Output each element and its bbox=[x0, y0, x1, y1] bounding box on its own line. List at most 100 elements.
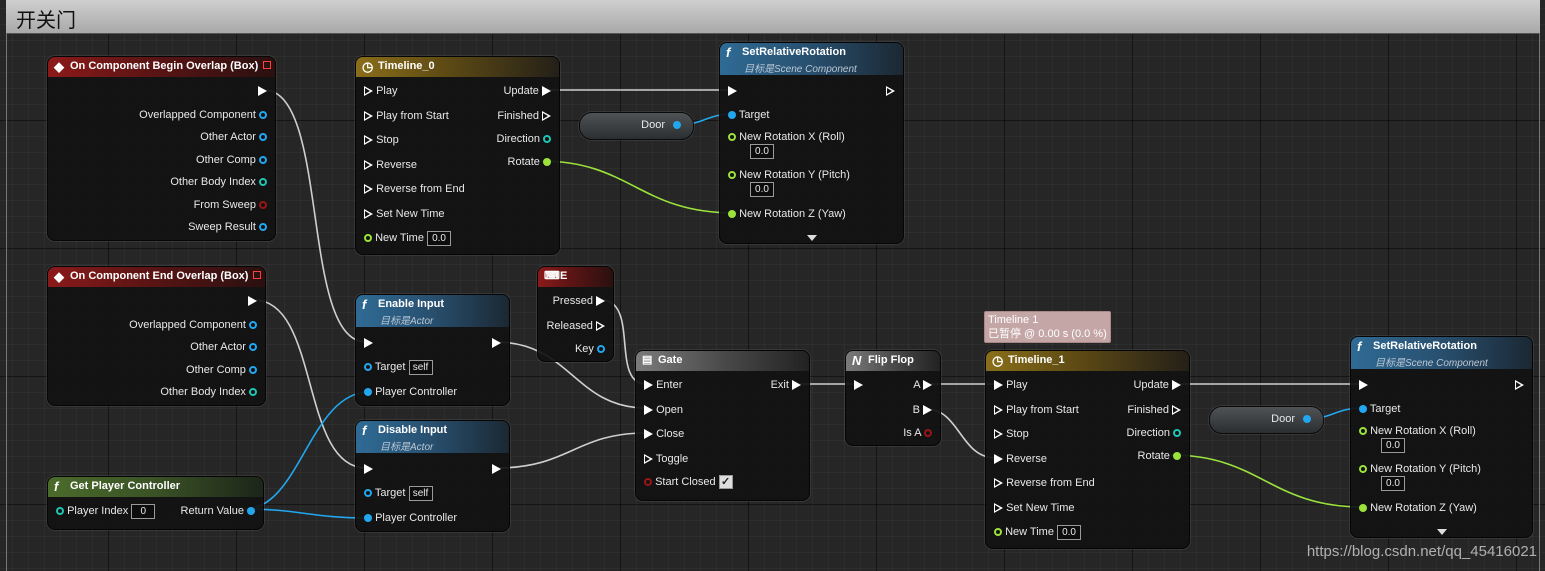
exec-out-pin[interactable] bbox=[258, 83, 267, 99]
node-timeline-1[interactable]: ◷ Timeline_1 Play Play from Start Stop R… bbox=[985, 350, 1190, 549]
pin-toggle[interactable]: Toggle bbox=[644, 451, 688, 467]
pin-finished[interactable]: Finished bbox=[497, 108, 551, 124]
pin-rotate[interactable]: Rotate bbox=[508, 154, 551, 170]
pin-other-actor[interactable]: Other Actor bbox=[190, 339, 257, 355]
pin-new-rotation-z[interactable]: New Rotation Z (Yaw) bbox=[1359, 500, 1477, 516]
pin-other-actor[interactable]: Other Actor bbox=[200, 129, 267, 145]
pin-a[interactable]: A bbox=[913, 377, 932, 393]
delegate-pin-icon[interactable] bbox=[263, 61, 271, 69]
node-timeline-0[interactable]: ◷ Timeline_0 Play Play from Start Stop R… bbox=[355, 56, 560, 255]
pin-play-from-start[interactable]: Play from Start bbox=[994, 402, 1079, 418]
pin-player-controller[interactable]: Player Controller bbox=[364, 384, 457, 400]
pin-reverse[interactable]: Reverse bbox=[364, 157, 417, 173]
exec-in-pin[interactable] bbox=[364, 335, 373, 351]
pin-b[interactable]: B bbox=[913, 402, 932, 418]
node-get-player-controller[interactable]: f Get Player Controller Player Index 0 R… bbox=[47, 476, 264, 530]
pin-rotate[interactable]: Rotate bbox=[1138, 448, 1181, 464]
pin-start-closed[interactable]: Start Closed ✓ bbox=[644, 474, 733, 490]
exec-in-pin[interactable] bbox=[364, 461, 373, 477]
pin-target[interactable]: Target self bbox=[364, 359, 433, 375]
pin-close[interactable]: Close bbox=[644, 426, 684, 442]
pin-new-time[interactable]: New Time 0.0 bbox=[994, 524, 1082, 540]
node-enable-input[interactable]: f Enable Input 目标是Actor Target self Play… bbox=[355, 294, 510, 406]
advanced-expand-arrow-icon[interactable] bbox=[1436, 529, 1447, 535]
exec-in-pin[interactable] bbox=[728, 83, 737, 99]
pin-target[interactable]: Target bbox=[728, 107, 769, 123]
object-pin-icon[interactable] bbox=[673, 121, 681, 129]
pin-open[interactable]: Open bbox=[644, 402, 683, 418]
pin-overlapped-component[interactable]: Overlapped Component bbox=[139, 107, 267, 123]
pitch-value-field[interactable]: 0.0 bbox=[1381, 475, 1405, 491]
exec-out-pin[interactable] bbox=[492, 335, 501, 351]
pin-exit[interactable]: Exit bbox=[771, 377, 801, 393]
pin-play-from-start[interactable]: Play from Start bbox=[364, 108, 449, 124]
roll-value-field[interactable]: 0.0 bbox=[750, 143, 774, 159]
exec-icon bbox=[923, 405, 932, 416]
object-pin-icon[interactable] bbox=[1303, 415, 1311, 423]
pin-other-comp[interactable]: Other Comp bbox=[196, 152, 267, 168]
pin-stop[interactable]: Stop bbox=[994, 426, 1029, 442]
door-variable-node[interactable]: Door bbox=[1209, 406, 1324, 434]
advanced-expand-arrow-icon[interactable] bbox=[806, 235, 817, 241]
pin-other-comp[interactable]: Other Comp bbox=[186, 362, 257, 378]
pin-new-time[interactable]: New Time 0.0 bbox=[364, 230, 452, 246]
pin-set-new-time[interactable]: Set New Time bbox=[994, 500, 1075, 516]
pin-new-rotation-y[interactable]: New Rotation Y (Pitch) bbox=[728, 167, 850, 183]
pin-new-rotation-y[interactable]: New Rotation Y (Pitch) bbox=[1359, 461, 1481, 477]
blueprint-graph-canvas[interactable]: 开关门 ◆ On Component Begin Overlap (Box) O… bbox=[0, 0, 1545, 571]
pin-set-new-time[interactable]: Set New Time bbox=[364, 206, 445, 222]
roll-value-field[interactable]: 0.0 bbox=[1381, 437, 1405, 453]
pin-new-rotation-x[interactable]: New Rotation X (Roll) bbox=[1359, 423, 1476, 439]
pin-is-a[interactable]: Is A bbox=[903, 425, 932, 441]
player-index-field[interactable]: 0 bbox=[131, 503, 156, 519]
pin-key[interactable]: Key bbox=[575, 341, 605, 357]
pin-other-body-index[interactable]: Other Body Index bbox=[170, 174, 267, 190]
exec-out-pin[interactable] bbox=[1515, 377, 1524, 393]
pin-from-sweep[interactable]: From Sweep bbox=[194, 197, 267, 213]
object-pin-icon bbox=[364, 489, 372, 498]
node-end-overlap[interactable]: ◆ On Component End Overlap (Box) Overlap… bbox=[47, 266, 266, 406]
node-gate[interactable]: ▤ Gate Enter Exit Open Close Toggle Star… bbox=[635, 350, 810, 501]
pin-overlapped-component[interactable]: Overlapped Component bbox=[129, 317, 257, 333]
delegate-pin-icon[interactable] bbox=[253, 271, 261, 279]
pin-return-value[interactable]: Return Value bbox=[181, 503, 255, 519]
new-time-field[interactable]: 0.0 bbox=[1057, 524, 1082, 540]
pin-update[interactable]: Update bbox=[1133, 377, 1181, 393]
node-key-e[interactable]: ⌨ E Pressed Released Key bbox=[537, 266, 614, 362]
pin-reverse-from-end[interactable]: Reverse from End bbox=[994, 475, 1095, 491]
pin-play[interactable]: Play bbox=[364, 83, 397, 99]
pin-pressed[interactable]: Pressed bbox=[553, 293, 605, 309]
pitch-value-field[interactable]: 0.0 bbox=[750, 181, 774, 197]
exec-in-pin[interactable] bbox=[1359, 377, 1368, 393]
pin-direction[interactable]: Direction bbox=[1127, 425, 1181, 441]
exec-out-pin[interactable] bbox=[248, 293, 257, 309]
pin-finished[interactable]: Finished bbox=[1127, 402, 1181, 418]
pin-other-body-index[interactable]: Other Body Index bbox=[160, 384, 257, 400]
pin-update[interactable]: Update bbox=[503, 83, 551, 99]
pin-released[interactable]: Released bbox=[546, 318, 605, 334]
start-closed-checkbox[interactable]: ✓ bbox=[718, 475, 733, 490]
door-variable-node[interactable]: Door bbox=[579, 112, 694, 140]
pin-target[interactable]: Target self bbox=[364, 485, 433, 501]
exec-out-pin[interactable] bbox=[886, 83, 895, 99]
pin-new-rotation-z[interactable]: New Rotation Z (Yaw) bbox=[728, 206, 846, 222]
pin-player-index[interactable]: Player Index 0 bbox=[56, 503, 156, 519]
node-flip-flop[interactable]: N Flip Flop A B Is A bbox=[845, 350, 941, 446]
pin-target[interactable]: Target bbox=[1359, 401, 1400, 417]
pin-reverse[interactable]: Reverse bbox=[994, 451, 1047, 467]
node-set-relative-rotation[interactable]: f SetRelativeRotation 目标是Scene Component… bbox=[719, 42, 904, 244]
new-time-field[interactable]: 0.0 bbox=[427, 230, 452, 246]
pin-player-controller[interactable]: Player Controller bbox=[364, 510, 457, 526]
node-begin-overlap[interactable]: ◆ On Component Begin Overlap (Box) Overl… bbox=[47, 56, 276, 241]
pin-enter[interactable]: Enter bbox=[644, 377, 682, 393]
pin-new-rotation-x[interactable]: New Rotation X (Roll) bbox=[728, 129, 845, 145]
pin-reverse-from-end[interactable]: Reverse from End bbox=[364, 181, 465, 197]
pin-sweep-result[interactable]: Sweep Result bbox=[188, 219, 267, 235]
pin-stop[interactable]: Stop bbox=[364, 132, 399, 148]
node-set-relative-rotation[interactable]: f SetRelativeRotation 目标是Scene Component… bbox=[1350, 336, 1533, 538]
pin-play[interactable]: Play bbox=[994, 377, 1027, 393]
exec-in-pin[interactable] bbox=[854, 377, 863, 393]
node-disable-input[interactable]: f Disable Input 目标是Actor Target self Pla… bbox=[355, 420, 510, 532]
exec-out-pin[interactable] bbox=[492, 461, 501, 477]
pin-direction[interactable]: Direction bbox=[497, 131, 551, 147]
